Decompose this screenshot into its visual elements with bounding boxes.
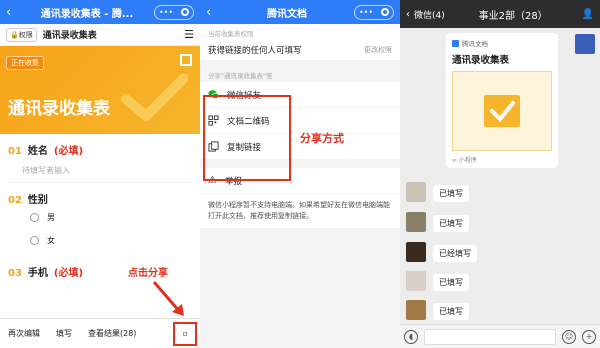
avatar[interactable] [406, 300, 426, 320]
titlebar: ‹ 通讯录收集表 - 腾... ••• [0, 0, 200, 24]
share-icon [183, 332, 187, 336]
mini-program-text: 小程序 [458, 157, 477, 164]
more-dots-icon[interactable]: ••• [359, 8, 373, 17]
chat-message: 已填写 [433, 185, 469, 202]
close-circle-icon[interactable] [381, 8, 390, 16]
mini-program-label: ∞ 小程序 [452, 155, 552, 164]
change-permission-link[interactable]: 更改权限 [364, 45, 392, 55]
gender-option-female[interactable]: 女 [8, 229, 192, 252]
qr-grid-icon[interactable] [180, 54, 192, 66]
chat-title: 事业2部（28） [478, 10, 548, 22]
miniprogram-capsule[interactable]: ••• [154, 4, 194, 20]
card-thumbnail [452, 71, 552, 151]
doc-name: 通讯录收集表 [42, 31, 97, 41]
name-input[interactable]: 待填写者输入 [8, 157, 192, 183]
checkmark-decoration-icon [121, 74, 188, 121]
tencent-docs-icon [452, 39, 459, 47]
fill-button[interactable]: 填写 [48, 328, 80, 339]
window-title: 通讯录收集表 - 腾... [40, 8, 134, 20]
permission-button[interactable]: 🔒权限 [6, 27, 37, 42]
plus-icon[interactable]: + [582, 329, 596, 344]
window-title: 腾讯文档 [267, 8, 307, 20]
chat-message: 已经填写 [433, 245, 477, 262]
question-number: 02 [8, 195, 22, 206]
question-phone: 03 手机 (必填) [0, 252, 200, 279]
permission-value: 获得链接的任何人可填写 [208, 46, 302, 56]
permission-label: 权限 [18, 30, 33, 39]
view-results-button[interactable]: 查看结果(28) [80, 328, 144, 339]
share-section-label: 分享"通讯录收集表"至 [208, 72, 273, 80]
chat-message: 已填写 [433, 274, 469, 291]
radio-button[interactable] [30, 236, 39, 245]
avatar[interactable] [406, 182, 426, 202]
share-button[interactable] [173, 322, 197, 346]
menu-icon[interactable]: ☰ [184, 28, 194, 41]
arrow-annotation-icon [152, 281, 184, 316]
back-icon[interactable]: ‹ [406, 9, 410, 20]
reedit-button[interactable]: 再次编辑 [0, 328, 48, 339]
titlebar: ‹ 腾讯文档 ••• [200, 0, 400, 24]
required-tag: (必填) [53, 146, 84, 157]
annotation-click-share: 点击分享 [128, 268, 168, 279]
card-source: 腾讯文档 [452, 38, 552, 48]
permission-row[interactable]: 获得链接的任何人可填写 更改权限 [200, 40, 400, 60]
highlight-box [203, 95, 291, 181]
avatar[interactable] [406, 271, 426, 291]
bottom-toolbar: 再次编辑 填写 查看结果(28) [0, 318, 200, 348]
card-source-label: 腾讯文档 [462, 40, 488, 48]
shared-doc-card[interactable]: 腾讯文档 通讯录收集表 ∞ 小程序 [446, 33, 558, 168]
gender-option-male[interactable]: 男 [8, 206, 192, 229]
option-label: 男 [47, 213, 55, 222]
option-label: 女 [47, 236, 55, 245]
desktop-note: 微信小程序暂不支持电脑端。如果希望好友在微信电脑端能打开此文档，推荐使用复制链接… [200, 194, 400, 228]
required-tag: (必填) [53, 268, 84, 279]
avatar[interactable] [575, 34, 595, 54]
check-box-icon [484, 95, 520, 127]
form-banner: 正在收集 通讯录收集表 [0, 46, 200, 134]
question-number: 01 [8, 146, 22, 157]
share-panel: ‹ 腾讯文档 ••• 当前收集表权限 获得链接的任何人可填写 更改权限 分享"通… [200, 0, 400, 348]
back-icon[interactable]: ‹ [206, 5, 220, 20]
chat-header: ‹ 微信(4) 事业2部（28） 👤 [400, 0, 600, 28]
question-label: 手机 [27, 268, 48, 279]
question-gender: 02 性别 男 女 [0, 183, 200, 252]
miniprogram-capsule[interactable]: ••• [354, 4, 394, 20]
chat-message: 已填写 [433, 215, 469, 232]
form-title: 通讯录收集表 [8, 99, 110, 119]
annotation-share-methods: 分享方式 [300, 132, 344, 145]
avatar[interactable] [406, 242, 426, 262]
more-dots-icon[interactable]: ••• [159, 8, 173, 17]
avatar[interactable] [406, 212, 426, 232]
status-badge: 正在收集 [6, 56, 44, 70]
question-label: 姓名 [27, 146, 48, 157]
radio-button[interactable] [30, 213, 39, 222]
message-input[interactable] [424, 328, 556, 345]
chat-input-bar: ◖ ☺ + [400, 324, 600, 348]
group-members-icon[interactable]: 👤 [582, 9, 594, 20]
question-label: 性别 [27, 195, 48, 206]
close-circle-icon[interactable] [181, 8, 190, 16]
mini-program-icon: ∞ [452, 157, 457, 164]
back-icon[interactable]: ‹ [6, 5, 20, 20]
wechat-chat-panel: ‹ 微信(4) 事业2部（28） 👤 腾讯文档 通讯录收集表 ∞ 小程序 已填写… [400, 0, 600, 348]
card-title: 通讯录收集表 [452, 55, 510, 66]
permission-section-label: 当前收集表权限 [200, 24, 400, 40]
question-number: 03 [8, 268, 22, 279]
emoji-icon[interactable]: ☺ [562, 329, 576, 344]
form-panel: ‹ 通讯录收集表 - 腾... ••• 🔒权限 通讯录收集表 ☰ 正在收集 通讯… [0, 0, 200, 348]
chat-message: 已填写 [433, 303, 469, 320]
lock-icon: 🔒 [10, 30, 19, 39]
doc-subheader: 🔒权限 通讯录收集表 ☰ [0, 24, 200, 46]
back-label[interactable]: 微信(4) [414, 8, 445, 21]
voice-icon[interactable]: ◖ [404, 329, 418, 344]
question-name: 01 姓名 (必填) 待填写者输入 [0, 134, 200, 183]
